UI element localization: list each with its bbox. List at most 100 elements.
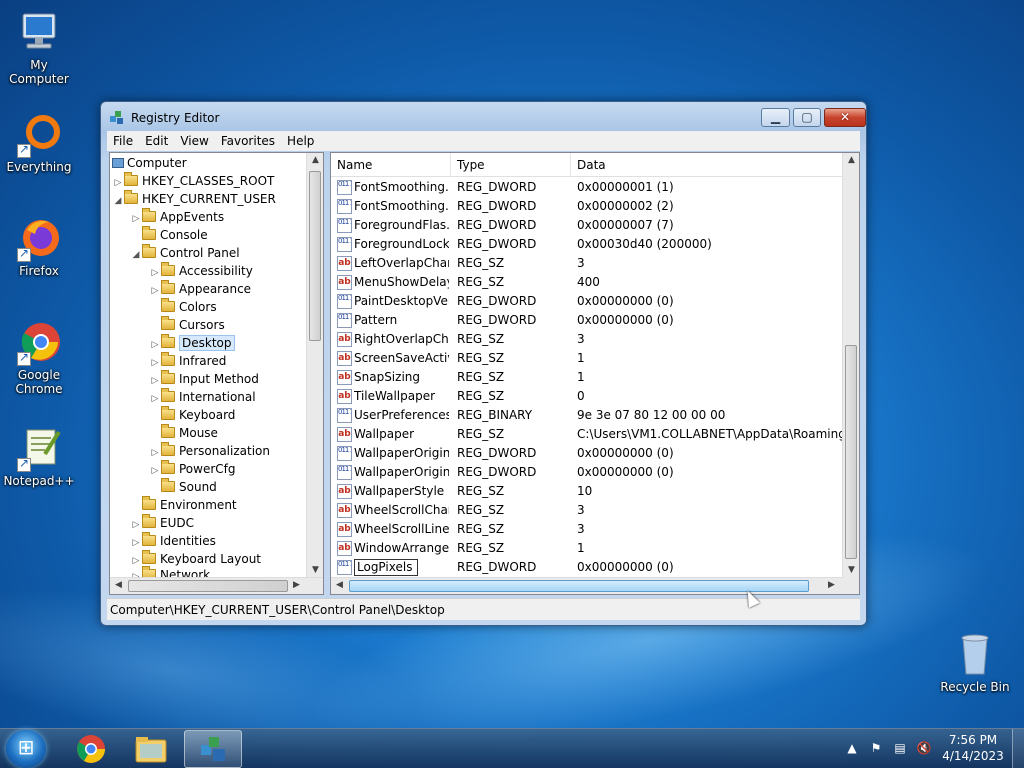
scroll-right-icon[interactable]: ▶ — [288, 580, 305, 590]
collapse-arrow-icon[interactable]: ◢ — [130, 246, 142, 264]
key-tree-pane[interactable]: Computer ▷ HKEY_CLASSES_ROOT ◢ HKEY_CURREN… — [109, 152, 324, 595]
tree-item-input-method[interactable]: ▷ Input Method — [149, 370, 259, 388]
scroll-left-icon[interactable]: ◀ — [331, 580, 348, 590]
registry-value-row[interactable]: ab SnapSizing REG_SZ 1 — [331, 368, 844, 387]
scroll-down-icon[interactable]: ▼ — [843, 565, 859, 575]
column-header-data[interactable]: Data — [571, 153, 844, 177]
title-bar[interactable]: Registry Editor ▁ ▢ ✕ — [101, 102, 866, 132]
tree-item-console[interactable]: Console — [130, 226, 208, 244]
registry-value-row[interactable]: ab Wallpaper REG_SZ C:\Users\VM1.COLLABNET\… — [331, 425, 844, 444]
registry-value-row[interactable]: 011 110ForegroundLock... REG_DWORD 0x00030… — [331, 235, 844, 254]
registry-value-row[interactable]: abWindowArrange... REG_SZ 1 — [331, 539, 844, 558]
tree-item-label: Appearance — [179, 282, 252, 296]
volume-muted-icon[interactable]: 🔇 — [916, 740, 932, 756]
desktop-icon-everything[interactable]: Everything — [0, 110, 78, 174]
value-name: FontSmoothing... — [354, 180, 449, 194]
tree-item-identities[interactable]: ▷ Identities — [130, 532, 216, 550]
scroll-thumb[interactable] — [128, 580, 288, 592]
scroll-down-icon[interactable]: ▼ — [307, 565, 323, 575]
menu-file[interactable]: File — [107, 131, 139, 151]
network-icon[interactable]: ▤ — [892, 740, 908, 756]
values-list-pane[interactable]: Name Type Data 011 110FontSmoothing...RE… — [330, 152, 860, 595]
desktop-icon-google-chrome[interactable]: Google Chrome — [0, 318, 78, 396]
tree-item-sound[interactable]: Sound — [149, 478, 217, 496]
menu-favorites[interactable]: Favorites — [215, 131, 281, 151]
tree-item-keyboard[interactable]: Keyboard — [149, 406, 235, 424]
tree-item-hkey-current-user[interactable]: ◢ HKEY_CURRENT_USER — [112, 190, 276, 208]
scroll-left-icon[interactable]: ◀ — [110, 580, 127, 590]
desktop-icon-label: Firefox — [19, 264, 59, 278]
system-clock[interactable]: 7:56 PM 4/14/2023 — [938, 732, 1008, 764]
desktop-icon-my-computer[interactable]: My Computer — [0, 8, 78, 86]
registry-value-row[interactable]: 011 110ForegroundFlas... REG_DWORD 0x00000… — [331, 216, 844, 235]
taskbar-registry-editor-button[interactable] — [184, 730, 242, 768]
scroll-right-icon[interactable]: ▶ — [823, 580, 840, 590]
menu-edit[interactable]: Edit — [139, 131, 174, 151]
registry-value-row[interactable]: 011 110Pattern REG_DWORD 0x00000000 (0) — [331, 311, 844, 330]
tree-item-computer[interactable]: Computer — [112, 154, 187, 172]
value-data: 0x00000000 (0) — [577, 294, 674, 308]
tree-horizontal-scrollbar[interactable]: ◀ ▶ — [110, 577, 323, 594]
menu-view[interactable]: View — [174, 131, 214, 151]
scroll-up-icon[interactable]: ▲ — [307, 155, 323, 165]
tray-overflow-icon[interactable]: ▲ — [844, 740, 860, 756]
tree-item-control-panel[interactable]: ◢ Control Panel — [130, 244, 240, 262]
tree-item-hkey-classes-root[interactable]: ▷ HKEY_CLASSES_ROOT — [112, 172, 274, 190]
list-horizontal-scrollbar[interactable]: ◀ ▶ — [331, 577, 844, 594]
taskbar-explorer-button[interactable] — [122, 730, 180, 768]
registry-value-row[interactable]: ab MenuShowDelay REG_SZ 400 — [331, 273, 844, 292]
registry-value-row[interactable]: abRightOverlapCh... REG_SZ 3 — [331, 330, 844, 349]
registry-value-row[interactable]: 011 110PaintDesktopVer... REG_DWORD 0x0000… — [331, 292, 844, 311]
registry-value-row[interactable]: ab LeftOverlapChars REG_SZ 3 — [331, 254, 844, 273]
close-button[interactable]: ✕ — [824, 108, 866, 127]
tree-item-infrared[interactable]: ▷ Infrared — [149, 352, 226, 370]
maximize-button[interactable]: ▢ — [793, 108, 821, 127]
registry-value-row[interactable]: 011 110UserPreferences... REG_BINARY 9e 3e… — [331, 406, 844, 425]
registry-value-row[interactable]: 011 110FontSmoothing... REG_DWORD 0x000000… — [331, 197, 844, 216]
minimize-button[interactable]: ▁ — [761, 108, 790, 127]
column-header-type[interactable]: Type — [451, 153, 571, 177]
registry-value-row[interactable]: 011 110LogPixels REG_DWORD 0x00000000 (0) — [331, 558, 844, 577]
taskbar-chrome-button[interactable] — [62, 730, 120, 768]
value-name-edit-box[interactable]: LogPixels — [354, 559, 418, 576]
scroll-thumb[interactable] — [349, 580, 809, 592]
action-center-flag-icon[interactable]: ⚑ — [868, 740, 884, 756]
tree-item-desktop[interactable]: ▷ Desktop — [149, 334, 235, 352]
scroll-thumb[interactable] — [845, 345, 857, 559]
tree-item-accessibility[interactable]: ▷ Accessibility — [149, 262, 253, 280]
registry-value-row[interactable]: 011 110WallpaperOriginY REG_DWORD 0x000000… — [331, 463, 844, 482]
column-header-name[interactable]: Name — [331, 153, 451, 177]
registry-value-row[interactable]: ab WallpaperStyle REG_SZ 10 — [331, 482, 844, 501]
registry-value-row[interactable]: ab WheelScrollChars REG_SZ 3 — [331, 501, 844, 520]
collapse-arrow-icon[interactable]: ◢ — [112, 192, 124, 210]
tree-item-environment[interactable]: Environment — [130, 496, 237, 514]
tree-item-appevents[interactable]: ▷ AppEvents — [130, 208, 224, 226]
value-name: UserPreferences... — [354, 408, 449, 422]
registry-value-row[interactable]: abScreenSaveActive REG_SZ 1 — [331, 349, 844, 368]
tree-item-colors[interactable]: Colors — [149, 298, 217, 316]
tree-item-appearance[interactable]: ▷ Appearance — [149, 280, 251, 298]
desktop-icon-recycle-bin[interactable]: Recycle Bin — [936, 630, 1014, 694]
registry-editor-icon — [109, 110, 125, 126]
tree-item-international[interactable]: ▷ International — [149, 388, 256, 406]
show-desktop-button[interactable] — [1012, 729, 1024, 768]
tree-item-eudc[interactable]: ▷ EUDC — [130, 514, 194, 532]
scroll-thumb[interactable] — [309, 171, 321, 341]
value-data: 1 — [577, 351, 585, 365]
registry-value-row[interactable]: 011 110FontSmoothing... REG_DWORD 0x000000… — [331, 178, 844, 197]
desktop-icon-notepad-plus-plus[interactable]: Notepad++ — [0, 424, 78, 488]
tree-item-cursors[interactable]: Cursors — [149, 316, 225, 334]
tree-vertical-scrollbar[interactable]: ▲ ▼ — [306, 153, 323, 577]
tree-item-personalization[interactable]: ▷ Personalization — [149, 442, 270, 460]
start-button[interactable] — [6, 730, 46, 768]
tree-item-powercfg[interactable]: ▷ PowerCfg — [149, 460, 236, 478]
scroll-up-icon[interactable]: ▲ — [843, 155, 859, 165]
registry-value-row[interactable]: 011 110WallpaperOriginX REG_DWORD 0x000000… — [331, 444, 844, 463]
registry-value-row[interactable]: ab WheelScrollLines REG_SZ 3 — [331, 520, 844, 539]
desktop-icon-firefox[interactable]: Firefox — [0, 214, 78, 278]
value-name: Wallpaper — [354, 427, 415, 441]
menu-help[interactable]: Help — [281, 131, 320, 151]
list-vertical-scrollbar[interactable]: ▲ ▼ — [842, 153, 859, 577]
tree-item-mouse[interactable]: Mouse — [149, 424, 218, 442]
registry-value-row[interactable]: ab TileWallpaper REG_SZ 0 — [331, 387, 844, 406]
